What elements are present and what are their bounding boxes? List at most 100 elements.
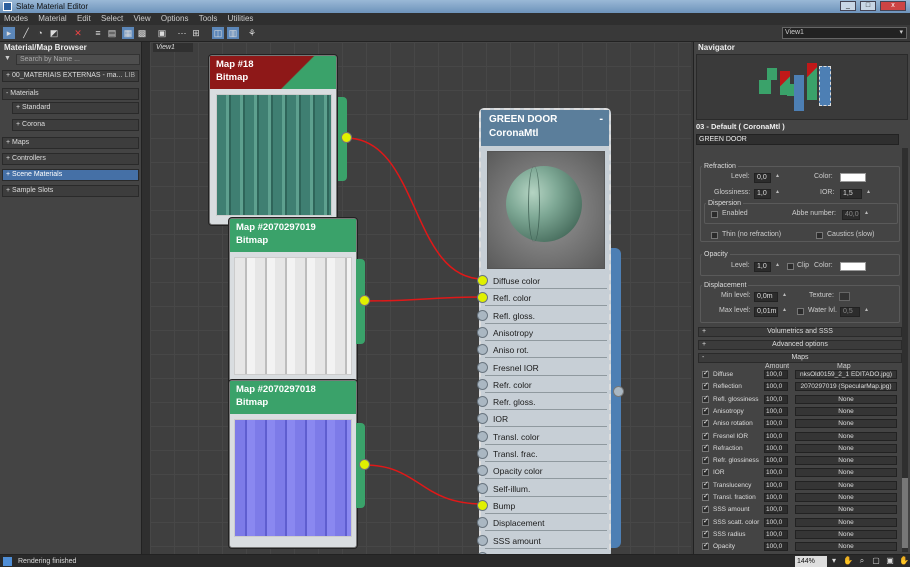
browser-group-maps[interactable]: + Maps	[2, 137, 139, 149]
map-enabled-checkbox[interactable]	[702, 492, 709, 502]
map-slot-button[interactable]: None	[795, 468, 897, 478]
map-enabled-checkbox[interactable]	[702, 504, 709, 514]
input-port[interactable]	[477, 413, 488, 425]
delete-icon[interactable]: ✕	[72, 27, 84, 39]
menu-edit[interactable]: Edit	[73, 13, 95, 25]
slot-displacement[interactable]: Displacement	[477, 515, 607, 532]
zoom-level[interactable]: 144%	[795, 556, 827, 567]
slot-anisotropy[interactable]: Anisotropy	[477, 325, 607, 341]
glossiness-spinner[interactable]: 1,0	[754, 188, 779, 199]
menu-modes[interactable]: Modes	[0, 13, 32, 25]
menu-select[interactable]: Select	[97, 13, 127, 25]
zoom-region-icon[interactable]: ▢	[871, 556, 881, 566]
input-port[interactable]	[477, 292, 488, 304]
slot-bump[interactable]: Bump	[477, 498, 607, 514]
material-node-green-door[interactable]: GREEN DOOR CoronaMtl - Diffuse color Refl…	[477, 108, 611, 566]
input-port[interactable]	[477, 361, 488, 373]
slot-refr-gloss[interactable]: Refr. gloss.	[477, 394, 607, 411]
map-enabled-checkbox[interactable]	[702, 529, 709, 539]
map-enabled-checkbox[interactable]	[702, 455, 709, 465]
select-tool-icon[interactable]: ▸	[3, 27, 15, 39]
view-dropdown[interactable]: View1 ▾	[782, 27, 907, 39]
rollout-volumetrics[interactable]: + Volumetrics and SSS	[698, 327, 902, 337]
maximize-button[interactable]: □	[860, 1, 876, 11]
map-slot-button[interactable]: None	[795, 419, 897, 429]
map-amount-spinner[interactable]: 100,0	[764, 419, 788, 429]
collapse-icon[interactable]: -	[599, 112, 603, 126]
material-id-icon[interactable]: ⊞	[190, 27, 202, 39]
viewport-tab[interactable]: View1	[153, 43, 193, 52]
show-background-icon[interactable]: ▩	[136, 27, 148, 39]
map-amount-spinner[interactable]: 100,0	[764, 529, 788, 539]
input-port[interactable]	[477, 275, 488, 286]
output-port[interactable]	[341, 132, 352, 143]
parameter-scrollbar[interactable]	[902, 148, 908, 552]
navigator-view[interactable]	[696, 54, 908, 120]
input-port[interactable]	[477, 378, 488, 390]
map-enabled-checkbox[interactable]	[702, 431, 709, 441]
hand-icon[interactable]: ✋	[899, 556, 909, 566]
minimize-button[interactable]: _	[840, 1, 856, 11]
input-port[interactable]	[477, 465, 488, 477]
bitmap-node-map-2070297019[interactable]: Map #2070297019 Bitmap	[229, 218, 357, 386]
map-enabled-checkbox[interactable]	[702, 541, 709, 551]
map-amount-spinner[interactable]: 100,0	[764, 505, 788, 515]
map-amount-spinner[interactable]: 100,0	[764, 443, 788, 453]
map-amount-spinner[interactable]: 100,0	[764, 542, 788, 552]
max-level-spinner[interactable]: 0,01m	[754, 306, 786, 317]
slot-transl-color[interactable]: Transl. color	[477, 429, 607, 445]
browser-group-controllers[interactable]: + Controllers	[2, 153, 139, 165]
zoom-icon[interactable]: ⌕	[857, 556, 867, 566]
scrollbar-thumb[interactable]	[902, 478, 908, 548]
water-level-spinner[interactable]: 0,5	[840, 306, 868, 317]
output-port[interactable]	[359, 459, 370, 470]
map-enabled-checkbox[interactable]	[702, 418, 709, 428]
thin-checkbox[interactable]	[711, 232, 718, 239]
map-slot-button[interactable]: None	[795, 517, 897, 527]
viewport-left-scrollbar[interactable]	[142, 42, 150, 554]
map-enabled-checkbox[interactable]	[702, 480, 709, 490]
search-input[interactable]: Search by Name ...	[16, 54, 140, 65]
layout-children-icon[interactable]: ⋯	[176, 27, 188, 39]
parameter-editor-icon[interactable]: ◫	[212, 27, 224, 39]
map-slot-button[interactable]: None	[795, 406, 897, 416]
map-slot-button[interactable]: None	[795, 529, 897, 539]
menu-tools[interactable]: Tools	[195, 13, 222, 25]
hide-unused-slots-icon[interactable]: ▤	[106, 27, 118, 39]
map-slot-button[interactable]: None	[795, 493, 897, 502]
refraction-color-swatch[interactable]	[840, 173, 866, 182]
input-port[interactable]	[477, 534, 488, 546]
slot-transl-frac[interactable]: Transl. frac.	[477, 446, 607, 462]
abbe-spinner[interactable]: 40,0	[842, 209, 868, 220]
slot-fresnel-ior[interactable]: Fresnel IOR	[477, 360, 607, 376]
map-amount-spinner[interactable]: 100,0	[764, 468, 788, 478]
pan-icon[interactable]: ✋	[843, 556, 853, 566]
map-enabled-checkbox[interactable]	[702, 369, 709, 379]
map-slot-button[interactable]: None	[795, 480, 897, 490]
browser-group-scene-materials[interactable]: + Scene Materials	[2, 169, 139, 181]
input-port[interactable]	[477, 448, 488, 459]
map-amount-spinner[interactable]: 100,0	[764, 370, 788, 379]
input-port[interactable]	[477, 482, 488, 494]
slot-refr-color[interactable]: Refr. color	[477, 377, 607, 393]
slot-sss-amount[interactable]: SSS amount	[477, 533, 607, 549]
slot-refl-gloss[interactable]: Refl. gloss.	[477, 308, 607, 324]
input-port[interactable]	[477, 517, 488, 529]
input-port[interactable]	[477, 309, 488, 321]
material-name-field[interactable]: GREEN DOOR	[696, 134, 899, 145]
map-slot-button[interactable]: None	[795, 394, 897, 404]
map-enabled-checkbox[interactable]	[702, 517, 709, 527]
slot-ior[interactable]: IOR	[477, 411, 607, 428]
map-slot-button[interactable]: None	[795, 542, 897, 552]
map-amount-spinner[interactable]: 100,0	[764, 431, 788, 441]
menu-material[interactable]: Material	[34, 13, 70, 25]
opacity-color-swatch[interactable]	[840, 262, 866, 271]
map-amount-spinner[interactable]: 100,0	[764, 456, 788, 466]
input-port[interactable]	[477, 499, 488, 511]
material-output-port[interactable]	[613, 386, 624, 397]
input-port[interactable]	[477, 326, 488, 338]
map-slot-button[interactable]: None	[795, 443, 897, 453]
rollout-maps[interactable]: - Maps	[698, 353, 902, 363]
dispersion-enabled-checkbox[interactable]	[711, 211, 718, 218]
menu-utilities[interactable]: Utilities	[224, 13, 258, 25]
